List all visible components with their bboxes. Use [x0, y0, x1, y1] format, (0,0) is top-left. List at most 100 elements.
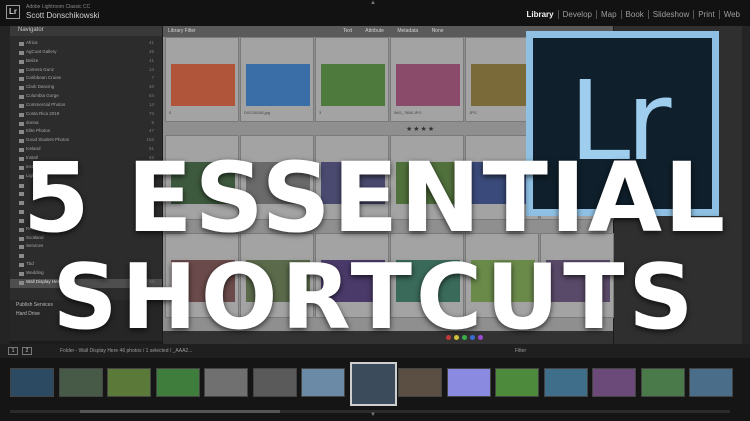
grid-cell[interactable]: 3 [315, 37, 389, 122]
folder-item[interactable]: Caribbean Cruise 7 [10, 75, 162, 84]
folder-name: Clark Dancing [26, 84, 55, 90]
page-2-button[interactable]: 2 [22, 347, 32, 355]
folder-count: 5 [151, 119, 154, 125]
user-name: Scott Donschikowski [26, 11, 100, 20]
app-title: Adobe Lightroom Classic CC [26, 4, 91, 10]
folder-item[interactable]: Columbia Gorge 64 [10, 93, 162, 102]
module-develop[interactable]: Develop [557, 10, 596, 19]
folder-name: Commercial Photos [26, 101, 66, 107]
folder-name: Columbia Gorge [26, 93, 59, 99]
folder-count: 7 [151, 75, 154, 81]
filmstrip-thumbnail[interactable] [204, 368, 248, 397]
folder-icon [19, 121, 24, 126]
cell-metadata: IMG_7658.JPG [394, 110, 422, 115]
module-book[interactable]: Book [620, 10, 648, 19]
page-1-button[interactable]: 1 [8, 347, 18, 355]
filmstrip-filter-label: Filter [515, 348, 527, 354]
cell-metadata: 3 [319, 110, 322, 115]
cell-metadata: 0 [169, 110, 172, 115]
navigator-header[interactable]: Navigator [10, 26, 162, 36]
filmstrip-thumbnail[interactable] [349, 362, 397, 406]
photo-thumbnail[interactable] [321, 64, 385, 106]
folder-icon [19, 103, 24, 108]
filmstrip-scrollbar[interactable] [80, 410, 280, 413]
folder-icon [19, 42, 24, 46]
filter-attribute[interactable]: Attribute [365, 28, 384, 34]
folder-item[interactable]: Camera Gunz 14 [10, 67, 162, 76]
folder-name: Camera Gunz [26, 66, 55, 72]
folder-count: 46 [148, 48, 154, 54]
module-library[interactable]: Library [522, 10, 557, 19]
library-filter-title: Library Filter [168, 28, 196, 34]
folder-item[interactable]: Elite Photos 47 [10, 128, 162, 137]
filmstrip-thumbnail[interactable] [543, 368, 588, 397]
folder-name: Elite Photos [26, 128, 51, 134]
folder-item[interactable]: AgCoat Gallery 46 [10, 49, 162, 58]
folder-name: AgCoat Gallery [26, 48, 57, 54]
photo-thumbnail[interactable] [171, 64, 235, 106]
folder-count: 40 [148, 84, 154, 90]
headline-line-1: 5 ESSENTIAL [22, 142, 728, 254]
photo-thumbnail[interactable] [396, 64, 460, 106]
folder-item[interactable]: Commercial Photos 14 [10, 102, 162, 111]
grid-cell[interactable]: IMG_7658.JPG [390, 37, 464, 122]
collapse-top-panel-icon[interactable]: ▲ [370, 0, 376, 6]
folder-icon [19, 59, 24, 64]
folder-item[interactable]: Belize 41 [10, 58, 162, 67]
cell-metadata: JPG [469, 110, 477, 115]
filmstrip-thumbnail[interactable] [10, 368, 54, 397]
module-picker: Library Develop Map Book Slideshow Print… [522, 10, 744, 19]
folder-item[interactable]: Africa 41 [10, 40, 162, 49]
folder-count: 41 [148, 40, 154, 45]
folder-icon [19, 50, 24, 55]
filmstrip-thumbnail[interactable] [640, 368, 685, 397]
photo-thumbnail[interactable] [246, 64, 310, 106]
folder-count: 41 [148, 57, 154, 63]
filmstrip-thumbnail[interactable] [398, 368, 442, 397]
folder-name: Caribbean Cruise [26, 75, 62, 81]
grid-cell[interactable]: DSC05158.jpg [240, 37, 314, 122]
identity-plate: Lr Adobe Lightroom Classic CC Scott Dons… [0, 0, 750, 26]
folder-icon [19, 86, 24, 91]
filmstrip-thumbnail[interactable] [155, 368, 200, 397]
folder-name: Costa Rica 2019 [26, 110, 60, 116]
folder-count: 14 [148, 66, 154, 72]
filter-text[interactable]: Text [343, 28, 352, 34]
folder-icon [19, 112, 24, 117]
folder-name: donna [26, 119, 39, 125]
folder-icon [19, 68, 24, 73]
filmstrip-thumbnail[interactable] [107, 368, 151, 397]
folder-count: 47 [148, 128, 154, 134]
folder-count: 73 [148, 110, 154, 116]
filter-none[interactable]: None [432, 28, 444, 34]
headline-line-2: SHORTCUTS [52, 245, 698, 350]
folder-icon [19, 95, 24, 100]
module-print[interactable]: Print [693, 10, 718, 19]
folder-count: 64 [148, 93, 154, 99]
folder-icon [19, 77, 24, 82]
rating-stars[interactable]: ★★★★ [406, 125, 435, 133]
folder-name: Africa [26, 40, 38, 45]
filmstrip-thumbnail[interactable] [301, 368, 345, 397]
module-web[interactable]: Web [718, 10, 744, 19]
folder-item[interactable]: Clark Dancing 40 [10, 84, 162, 93]
folder-item[interactable]: Costa Rica 2019 73 [10, 111, 162, 120]
filmstrip-source-info[interactable]: Folder - Wall Display Here 46 photos / 1… [60, 348, 192, 354]
folder-item[interactable]: donna 5 [10, 120, 162, 129]
filmstrip-thumbnail[interactable] [689, 368, 733, 397]
module-map[interactable]: Map [595, 10, 621, 19]
filmstrip-thumbnail[interactable] [592, 368, 636, 397]
filmstrip-toolbar: 1 2 Folder - Wall Display Here 46 photos… [0, 344, 750, 358]
grid-cell[interactable]: 0 [165, 37, 239, 122]
filmstrip-thumbnail[interactable] [58, 368, 103, 397]
collapse-filmstrip-icon[interactable]: ▼ [370, 412, 376, 418]
module-slideshow[interactable]: Slideshow [647, 10, 693, 19]
folder-icon [19, 130, 24, 135]
cell-metadata: DSC05158.jpg [244, 110, 271, 115]
filter-metadata[interactable]: Metadata [397, 28, 418, 34]
filmstrip-thumbnail[interactable] [446, 368, 491, 397]
filmstrip-thumbnail[interactable] [495, 368, 539, 397]
folder-count: 14 [148, 101, 154, 107]
folder-name: Belize [26, 57, 39, 63]
filmstrip-thumbnail[interactable] [252, 368, 297, 397]
